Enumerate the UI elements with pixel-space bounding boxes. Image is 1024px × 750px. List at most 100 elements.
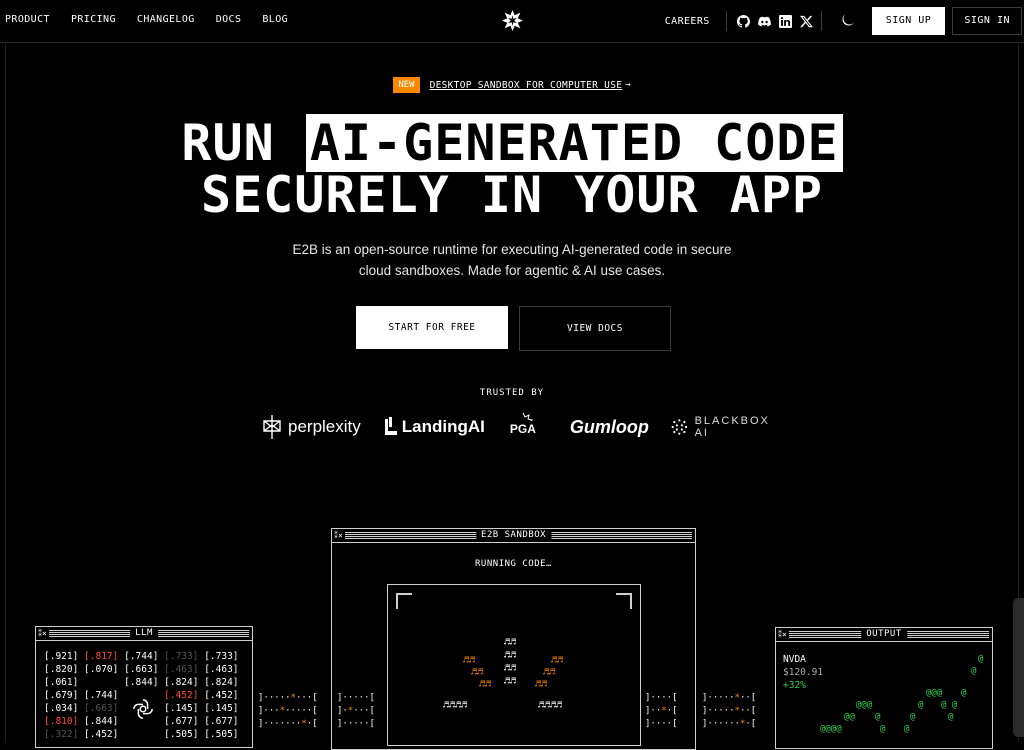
llm-grid-row: [.061] [.844] [.824] [.824] — [44, 676, 244, 689]
llm-weight-cell: [.733] — [204, 651, 245, 662]
chart-glyph: @@@ — [856, 700, 873, 710]
sandbox-titlebar: ⁑× E2B SANDBOX — [332, 529, 695, 543]
llm-weights-grid: [.921] [.817] [.744] [.733] [.733] [.820… — [44, 650, 244, 741]
glyph-cluster: ♬♬ — [543, 667, 556, 678]
sandbox-window: ⁑× E2B SANDBOX RUNNING CODE… ♬♬ ♬♬ ♬♬ ♬♬… — [331, 528, 696, 750]
llm-grid-row: [.322] [.452] [.505] [.505] — [44, 728, 244, 741]
github-icon[interactable] — [736, 14, 750, 28]
window-controls-icon[interactable]: ⁑× — [778, 628, 789, 641]
nav-docs[interactable]: DOCS — [216, 14, 242, 25]
llm-weight-cell: [.034] — [44, 703, 85, 714]
hero-title-line-2: SECURELY IN YOUR APP — [200, 166, 824, 224]
chart-glyph: @ — [918, 700, 924, 710]
sign-up-button[interactable]: SIGN UP — [871, 7, 946, 35]
llm-weight-cell: [.820] — [44, 664, 85, 675]
llm-weight-cell: [.677] — [204, 716, 245, 727]
running-code-status: RUNNING CODE… — [475, 559, 552, 569]
llm-titlebar: ⁑× LLM — [36, 627, 252, 641]
llm-weight-cell: [.452] — [204, 690, 245, 701]
blackbox-icon — [671, 419, 688, 435]
nav-divider — [725, 11, 727, 31]
perplexity-icon — [263, 415, 281, 439]
glyph-cluster: ♬♬♬♬ — [538, 700, 563, 711]
hero-title-highlight: AI-GENERATED CODE — [305, 114, 843, 172]
llm-weight-cell: [.744] — [84, 690, 125, 701]
window-controls-icon[interactable]: ⁑× — [334, 529, 345, 542]
chart-glyph: @ — [910, 712, 916, 722]
start-for-free-button[interactable]: START FOR FREE — [356, 306, 508, 349]
llm-grid-row: [.820] [.070] [.663] [.463] [.463] — [44, 663, 244, 676]
llm-weight-cell: [.145] — [164, 703, 205, 714]
chart-glyph: @ — [875, 712, 881, 722]
glyph-cluster: ♬♬ — [504, 637, 517, 648]
llm-weight-cell: [.824] — [204, 677, 245, 688]
llm-weight-cell: [.679] — [44, 690, 85, 701]
glyph-cluster: ♬♬ — [471, 667, 484, 678]
landingai-logo: LandingAI — [383, 417, 485, 437]
glyph-cluster: ♬♬ — [504, 663, 517, 674]
llm-weight-cell: [.463] — [204, 664, 245, 675]
glyph-cluster: ♬♬ — [479, 679, 492, 690]
llm-weight-cell: [.452] — [84, 729, 125, 740]
llm-weight-cell: [.452] — [164, 690, 205, 701]
nav-changelog[interactable]: CHANGELOG — [137, 14, 195, 25]
llm-weight-cell: [.505] — [204, 729, 245, 740]
stock-price: $120.91 — [783, 667, 824, 678]
nav-divider-2 — [820, 11, 822, 31]
announcement-link[interactable]: DESKTOP SANDBOX FOR COMPUTER USE — [430, 80, 623, 91]
chart-glyph: @ — [880, 724, 886, 734]
connector-left-1: ]·····*···[ ]···*·····[ ]·······*·[ — [258, 693, 318, 729]
announcement-badge[interactable]: NEW DESKTOP SANDBOX FOR COMPUTER USE → — [0, 77, 1024, 93]
output-window: ⁑× OUTPUT NVDA $120.91 +32% @ @ @@@ @ @@… — [775, 627, 993, 749]
nav-links: PRODUCT PRICING CHANGELOG DOCS BLOG — [5, 14, 309, 25]
stock-ticker: NVDA — [783, 654, 806, 665]
x-icon[interactable] — [799, 15, 813, 28]
nav-right: CAREERS SIGN UP SIGN IN — [665, 7, 1024, 35]
trusted-logos: perplexity LandingAI PGA Gumloop BLACKBO… — [262, 410, 772, 444]
theme-toggle-moon-icon[interactable] — [840, 14, 854, 28]
llm-weight-cell: [.463] — [164, 664, 205, 675]
llm-weight-cell: [.061] — [44, 677, 85, 688]
sign-in-button[interactable]: SIGN IN — [952, 7, 1022, 35]
discord-icon[interactable] — [757, 15, 771, 28]
corner-bracket-tl — [396, 593, 412, 609]
hero-subtitle-line-1: E2B is an open-source runtime for execut… — [292, 242, 732, 257]
openai-icon — [133, 699, 153, 719]
window-controls-icon[interactable]: ⁑× — [38, 627, 49, 640]
llm-title: LLM — [130, 627, 158, 640]
llm-weight-cell: [.817] — [84, 651, 125, 662]
nav-careers[interactable]: CAREERS — [665, 16, 710, 27]
landingai-icon — [384, 417, 397, 435]
hero-title-plain: RUN — [181, 114, 306, 172]
chart-glyph: @ — [971, 666, 977, 676]
e2b-logo-icon[interactable] — [502, 10, 523, 31]
scrollbar[interactable] — [1013, 598, 1024, 737]
glyph-cluster: ♬♬ — [463, 655, 476, 666]
output-title: OUTPUT — [861, 628, 907, 641]
chart-glyph: @ — [904, 724, 910, 734]
hero-subtitle-line-2: cloud sandboxes. Made for agentic & AI u… — [358, 263, 666, 278]
nav-pricing[interactable]: PRICING — [71, 14, 116, 25]
llm-weight-cell: [.070] — [84, 664, 125, 675]
linkedin-icon[interactable] — [778, 14, 792, 28]
llm-weight-cell: [.733] — [164, 651, 205, 662]
llm-weight-cell: [.677] — [164, 716, 205, 727]
glyph-cluster: ♬♬ — [504, 650, 517, 661]
trusted-by-label: TRUSTED BY — [479, 388, 545, 398]
chart-glyph: @ — [978, 654, 984, 664]
llm-weight-cell: [.145] — [204, 703, 245, 714]
llm-weight-cell: [.844] — [124, 677, 165, 688]
nav-blog[interactable]: BLOG — [262, 14, 288, 25]
llm-weight-cell: [.505] — [164, 729, 205, 740]
gumloop-logo: Gumloop — [569, 416, 649, 437]
arrow-right-icon: → — [625, 80, 631, 90]
sandbox-viewport: ♬♬ ♬♬ ♬♬ ♬♬ ♬♬ ♬♬ ♬♬ ♬♬ ♬♬ ♬♬ ♬♬♬♬ ♬♬♬♬ — [387, 584, 641, 746]
nav-product[interactable]: PRODUCT — [5, 14, 50, 25]
view-docs-button[interactable]: VIEW DOCS — [519, 306, 671, 351]
glyph-cluster: ♬♬ — [551, 655, 564, 666]
top-nav: PRODUCT PRICING CHANGELOG DOCS BLOG CARE… — [0, 0, 1024, 43]
chart-glyph: @@ — [844, 712, 855, 722]
glyph-cluster: ♬♬♬♬ — [443, 700, 468, 711]
llm-weight-cell: [.921] — [44, 651, 85, 662]
llm-weight-cell: [.663] — [84, 703, 125, 714]
